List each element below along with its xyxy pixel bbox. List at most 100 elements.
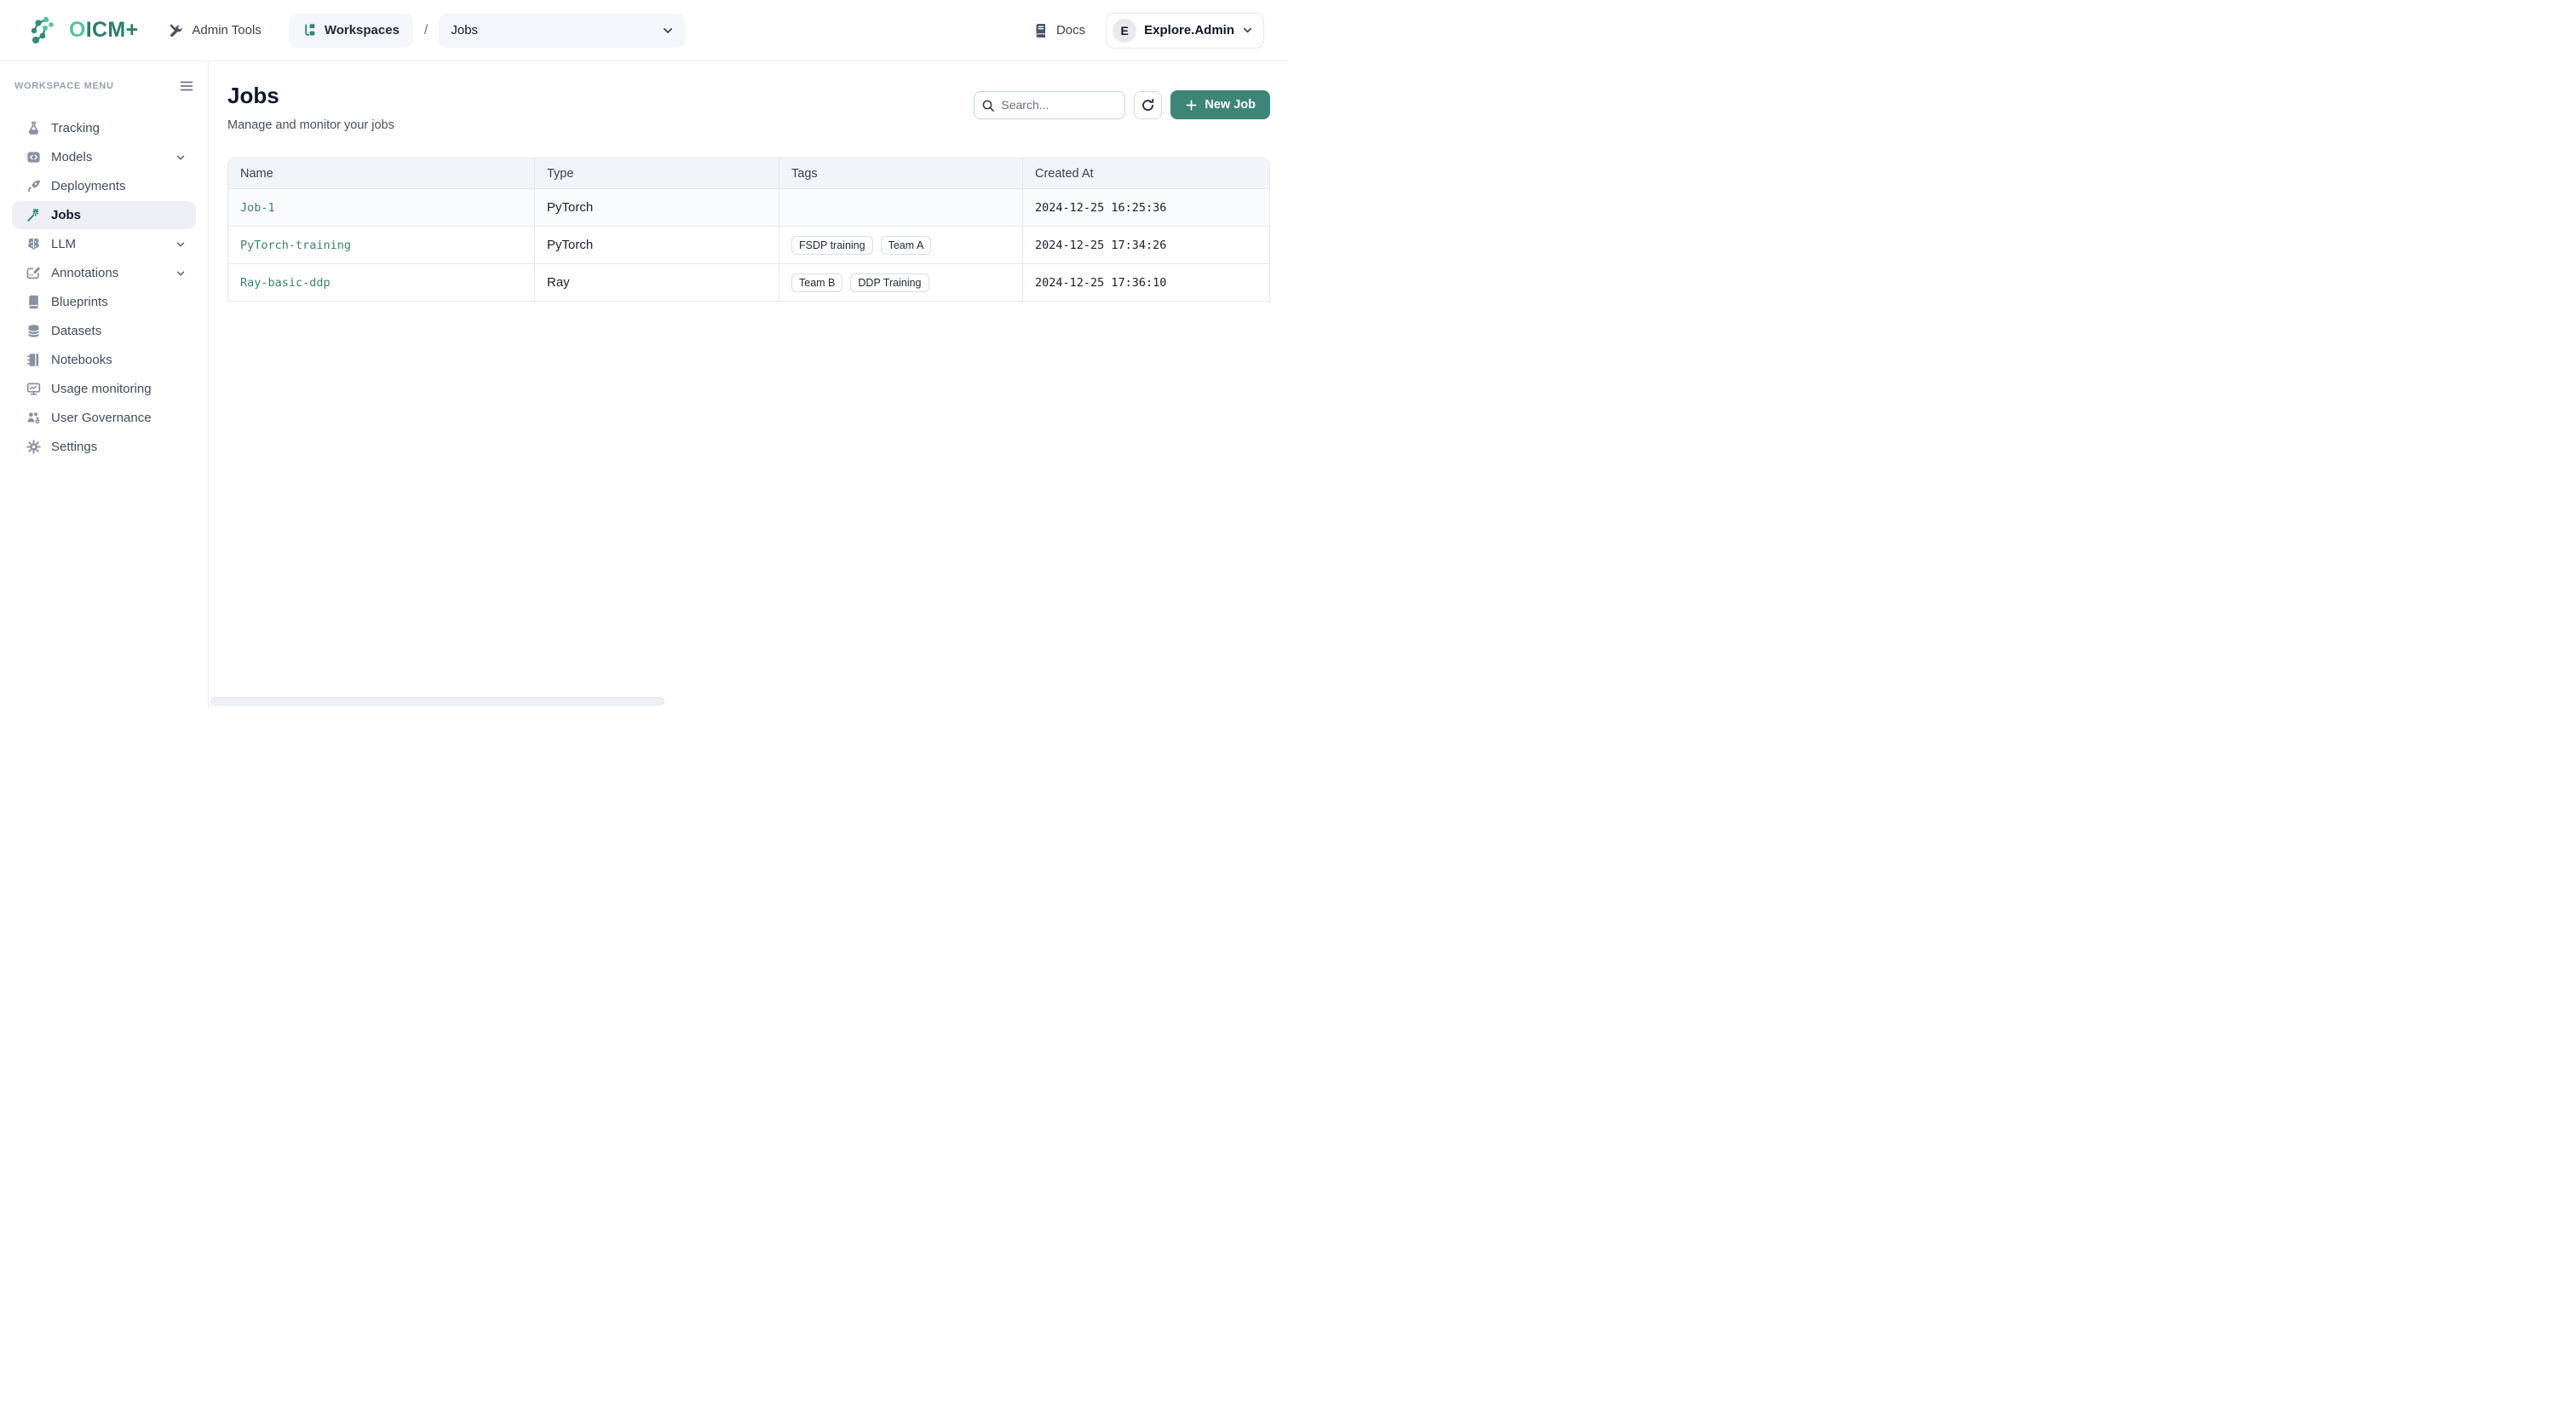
table-row: Job-1 PyTorch 2024-12-25 16:25:36 [228, 188, 1269, 226]
sidebar-item-llm[interactable]: LLM [12, 230, 196, 258]
new-job-button[interactable]: New Job [1170, 90, 1270, 119]
search-box [974, 91, 1125, 119]
sidebar-item-label: Notebooks [51, 353, 112, 367]
job-name-link[interactable]: Job-1 [240, 201, 275, 215]
admin-tools-button[interactable]: Admin Tools [169, 23, 261, 38]
sidebar: WORKSPACE MENU Tracking [0, 61, 209, 708]
book-icon [26, 295, 41, 309]
sidebar-nav: Tracking Models [0, 114, 208, 461]
chevron-down-icon [175, 268, 186, 279]
user-avatar: E [1113, 19, 1136, 43]
chevron-down-icon [175, 239, 186, 250]
code-icon [26, 150, 41, 164]
job-type-cell: Ray [535, 264, 779, 301]
sidebar-item-user-governance[interactable]: User Governance [12, 404, 196, 432]
column-header-name: Name [228, 158, 535, 188]
sidebar-item-models[interactable]: Models [12, 143, 196, 171]
jobs-table: Name Type Tags Created At Job-1 PyTorch … [227, 158, 1270, 302]
sidebar-item-label: Deployments [51, 179, 126, 193]
sidebar-item-label: Usage monitoring [51, 382, 152, 396]
tag-badge: DDP Training [850, 273, 929, 292]
column-header-tags: Tags [779, 158, 1023, 188]
search-input[interactable] [974, 91, 1125, 119]
job-tags-cell: Team B DDP Training [779, 264, 1023, 301]
tag-badge: Team A [881, 236, 932, 255]
sidebar-item-label: Settings [51, 440, 97, 454]
database-icon [26, 324, 41, 338]
brand-logo[interactable]: OICM+ [28, 14, 138, 48]
sidebar-item-tracking[interactable]: Tracking [12, 114, 196, 142]
gear-icon [26, 440, 41, 454]
job-name-cell: Ray-basic-ddp [228, 264, 535, 301]
admin-tools-label: Admin Tools [192, 23, 261, 37]
sidebar-item-label: Annotations [51, 266, 118, 280]
workspaces-breadcrumb-button[interactable]: Workspaces [289, 14, 413, 48]
sidebar-item-jobs[interactable]: Jobs [12, 201, 196, 229]
job-created-cell: 2024-12-25 17:36:10 [1023, 264, 1269, 301]
job-name-link[interactable]: Ray-basic-ddp [240, 276, 331, 290]
job-tags-cell: FSDP training Team A [779, 227, 1023, 263]
sidebar-item-label: LLM [51, 237, 76, 251]
column-header-type: Type [535, 158, 779, 188]
main-layout: WORKSPACE MENU Tracking [0, 61, 1288, 708]
chevron-down-icon [175, 153, 186, 163]
tag-badge: FSDP training [791, 236, 873, 255]
notebook-icon [26, 353, 41, 367]
plus-icon [1185, 99, 1198, 112]
app-window: OICM+ Admin Tools Workspaces / [0, 0, 1288, 708]
tag-badge: Team B [791, 273, 842, 292]
main-content: Jobs Manage and monitor your jobs [209, 61, 1288, 708]
page-header: Jobs Manage and monitor your jobs [227, 83, 1270, 132]
brand-wordmark: OICM+ [69, 18, 138, 43]
sidebar-item-annotations[interactable]: Annotations [12, 259, 196, 287]
toolbar: New Job [974, 90, 1270, 119]
sidebar-item-notebooks[interactable]: Notebooks [12, 346, 196, 374]
sidebar-item-usage-monitoring[interactable]: Usage monitoring [12, 375, 196, 403]
horizontal-scrollbar[interactable] [210, 697, 664, 705]
sidebar-item-deployments[interactable]: Deployments [12, 172, 196, 200]
job-name-cell: PyTorch-training [228, 227, 535, 263]
sidebar-item-blueprints[interactable]: Blueprints [12, 288, 196, 316]
chevron-down-icon [662, 25, 674, 37]
sidebar-item-label: Datasets [51, 324, 101, 338]
molecule-logo-icon [28, 14, 62, 48]
column-header-created-at: Created At [1023, 158, 1269, 188]
job-created-cell: 2024-12-25 16:25:36 [1023, 189, 1269, 226]
docs-button[interactable]: Docs [1033, 23, 1085, 38]
monitor-chart-icon [26, 382, 41, 396]
job-name-link[interactable]: PyTorch-training [240, 239, 351, 252]
user-menu[interactable]: E Explore.Admin [1106, 13, 1264, 49]
sidebar-header: WORKSPACE MENU [0, 78, 208, 94]
annotation-icon [26, 266, 41, 280]
table-header-row: Name Type Tags Created At [228, 158, 1269, 188]
table-body: Job-1 PyTorch 2024-12-25 16:25:36 PyTorc… [228, 188, 1269, 301]
sidebar-item-label: Models [51, 150, 92, 164]
page-subtitle: Manage and monitor your jobs [227, 118, 394, 132]
page-title-block: Jobs Manage and monitor your jobs [227, 83, 394, 132]
workspace-selector[interactable]: Jobs [439, 14, 686, 48]
workspace-selector-value: Jobs [451, 23, 478, 37]
user-name: Explore.Admin [1144, 23, 1234, 37]
workspace-tree-icon [302, 23, 317, 37]
table-row: PyTorch-training PyTorch FSDP training T… [228, 226, 1269, 263]
refresh-button[interactable] [1134, 91, 1162, 119]
rocket-icon [26, 179, 41, 193]
sidebar-item-label: Jobs [51, 208, 81, 222]
brain-icon [26, 237, 41, 251]
hamburger-icon[interactable] [179, 78, 194, 94]
job-type-cell: PyTorch [535, 227, 779, 263]
new-job-label: New Job [1205, 98, 1256, 112]
breadcrumb-separator: / [424, 23, 428, 38]
wand-icon [26, 208, 41, 222]
search-icon [981, 99, 995, 112]
sidebar-item-datasets[interactable]: Datasets [12, 317, 196, 345]
sidebar-item-label: Blueprints [51, 295, 108, 309]
tools-icon [169, 23, 184, 38]
flask-icon [26, 121, 41, 135]
book-icon [1033, 23, 1049, 38]
sidebar-item-settings[interactable]: Settings [12, 433, 196, 461]
sidebar-title: WORKSPACE MENU [14, 81, 114, 91]
job-type-cell: PyTorch [535, 189, 779, 226]
chevron-down-icon [1242, 25, 1253, 36]
job-name-cell: Job-1 [228, 189, 535, 226]
